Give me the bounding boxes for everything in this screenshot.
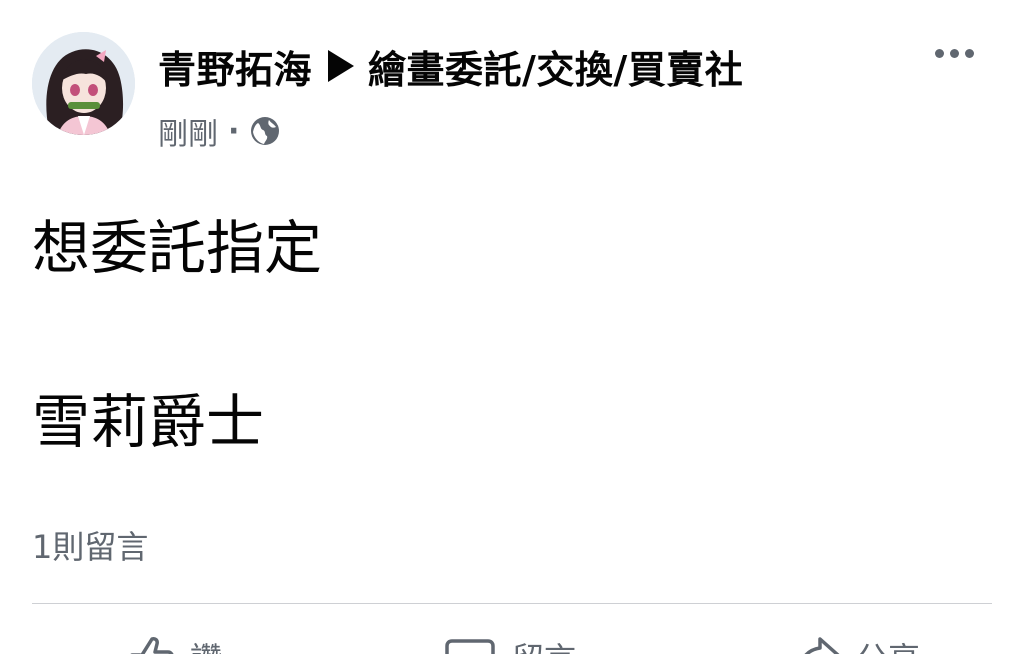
comment-bubble-icon — [445, 639, 495, 654]
more-dot — [949, 48, 959, 58]
globe-icon[interactable] — [249, 115, 281, 147]
more-options-button[interactable] — [928, 40, 980, 66]
more-dot — [964, 48, 974, 58]
avatar[interactable] — [32, 32, 135, 135]
post-header: 青野拓海 繪畫委託/交換/買賣社 — [158, 38, 743, 94]
post-timestamp[interactable]: 剛剛 — [158, 109, 218, 153]
comment-count[interactable]: 1則留言 — [32, 522, 148, 568]
thumbs-up-icon — [130, 637, 174, 654]
share-arrow-icon — [804, 637, 840, 654]
author-name[interactable]: 青野拓海 — [158, 39, 312, 94]
more-dots-icon — [934, 48, 944, 58]
like-button[interactable]: 讚 — [128, 634, 222, 654]
avatar-image — [32, 32, 135, 135]
post-text-line-1: 想委託指定 — [32, 214, 323, 282]
comment-button[interactable]: 留言 — [444, 634, 576, 654]
like-label: 讚 — [190, 634, 222, 654]
comment-label: 留言 — [512, 634, 576, 654]
share-button[interactable]: 分享 — [796, 634, 920, 654]
meta-separator: · — [228, 113, 240, 149]
facebook-post: 青野拓海 繪畫委託/交換/買賣社 剛剛 · 想委託指定 雪莉爵士 1則留言 讚 — [0, 0, 1024, 654]
arrow-right-icon — [328, 50, 355, 82]
action-bar: 讚 留言 分享 — [0, 604, 1024, 654]
group-name[interactable]: 繪畫委託/交換/買賣社 — [368, 39, 743, 94]
share-label: 分享 — [856, 634, 920, 654]
post-meta: 剛剛 · — [158, 108, 281, 154]
post-text-line-2: 雪莉爵士 — [32, 388, 265, 456]
